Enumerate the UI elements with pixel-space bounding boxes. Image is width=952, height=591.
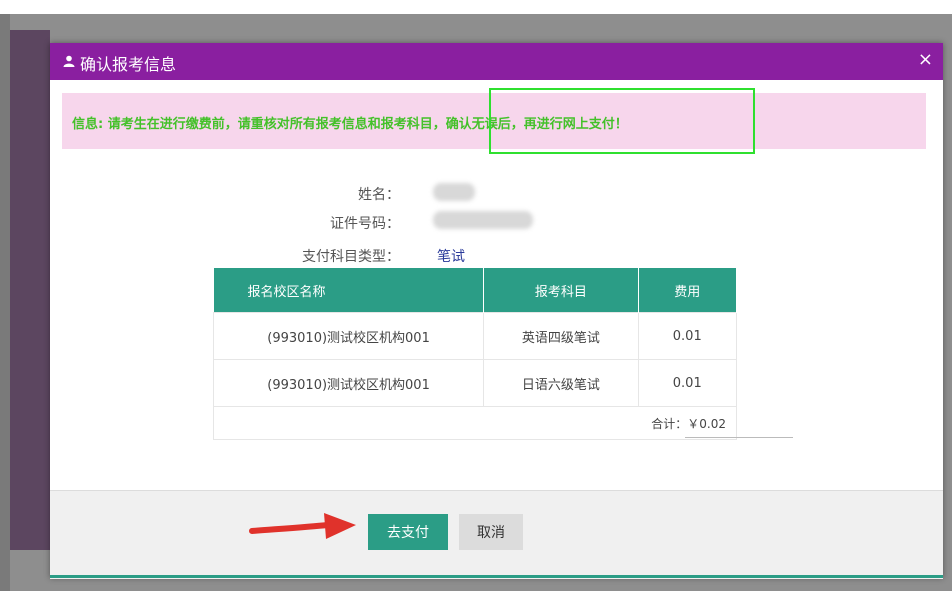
id-number-value-redacted <box>433 211 533 229</box>
close-icon[interactable]: × <box>918 49 933 70</box>
campus-name-cell: (993010)测试校区机构001 <box>212 312 485 360</box>
fee-cell: 0.01 <box>637 312 738 360</box>
table-row: (993010)测试校区机构001 日语六级笔试 0.01 <box>212 359 738 407</box>
total-underline <box>685 437 793 438</box>
subject-cell: 英语四级笔试 <box>483 312 639 360</box>
subject-type-value: 笔试 <box>437 249 465 265</box>
header-subject: 报考科目 <box>483 268 639 313</box>
modal-bottom-border <box>50 575 943 578</box>
cancel-button[interactable]: 取消 <box>459 514 523 550</box>
subject-type-label: 支付科目类型： <box>302 249 400 265</box>
fee-cell: 0.01 <box>637 359 738 407</box>
total-amount: 合计：￥0.02 <box>213 406 737 440</box>
fee-table: 报名校区名称 报考科目 费用 (993010)测试校区机构001 英语四级笔试 … <box>212 268 738 440</box>
page-backdrop-left <box>0 14 10 591</box>
name-label: 姓名： <box>358 187 400 203</box>
header-campus-name: 报名校区名称 <box>213 268 485 313</box>
table-header-row: 报名校区名称 报考科目 费用 <box>213 268 738 313</box>
page-backdrop-top <box>0 0 952 14</box>
red-arrow-annotation-icon <box>249 513 356 539</box>
modal-footer: 去支付 取消 <box>50 490 943 579</box>
confirm-registration-modal: 确认报考信息 × 信息: 请考生在进行缴费前，请重核对所有报考信息和报考科目，确… <box>50 43 943 579</box>
table-row: (993010)测试校区机构001 英语四级笔试 0.01 <box>212 312 738 360</box>
campus-name-cell: (993010)测试校区机构001 <box>212 359 485 407</box>
highlight-annotation <box>489 88 755 154</box>
pay-button[interactable]: 去支付 <box>368 514 448 550</box>
subject-cell: 日语六级笔试 <box>483 359 639 407</box>
page-backdrop-panel <box>10 30 50 550</box>
user-icon <box>63 55 75 67</box>
id-number-label: 证件号码： <box>330 216 400 232</box>
modal-title: 确认报考信息 <box>80 55 177 74</box>
modal-header: 确认报考信息 × <box>50 43 943 80</box>
total-row: 合计：￥0.02 <box>213 406 737 440</box>
header-fee: 费用 <box>638 268 738 313</box>
name-value-redacted <box>433 183 475 201</box>
